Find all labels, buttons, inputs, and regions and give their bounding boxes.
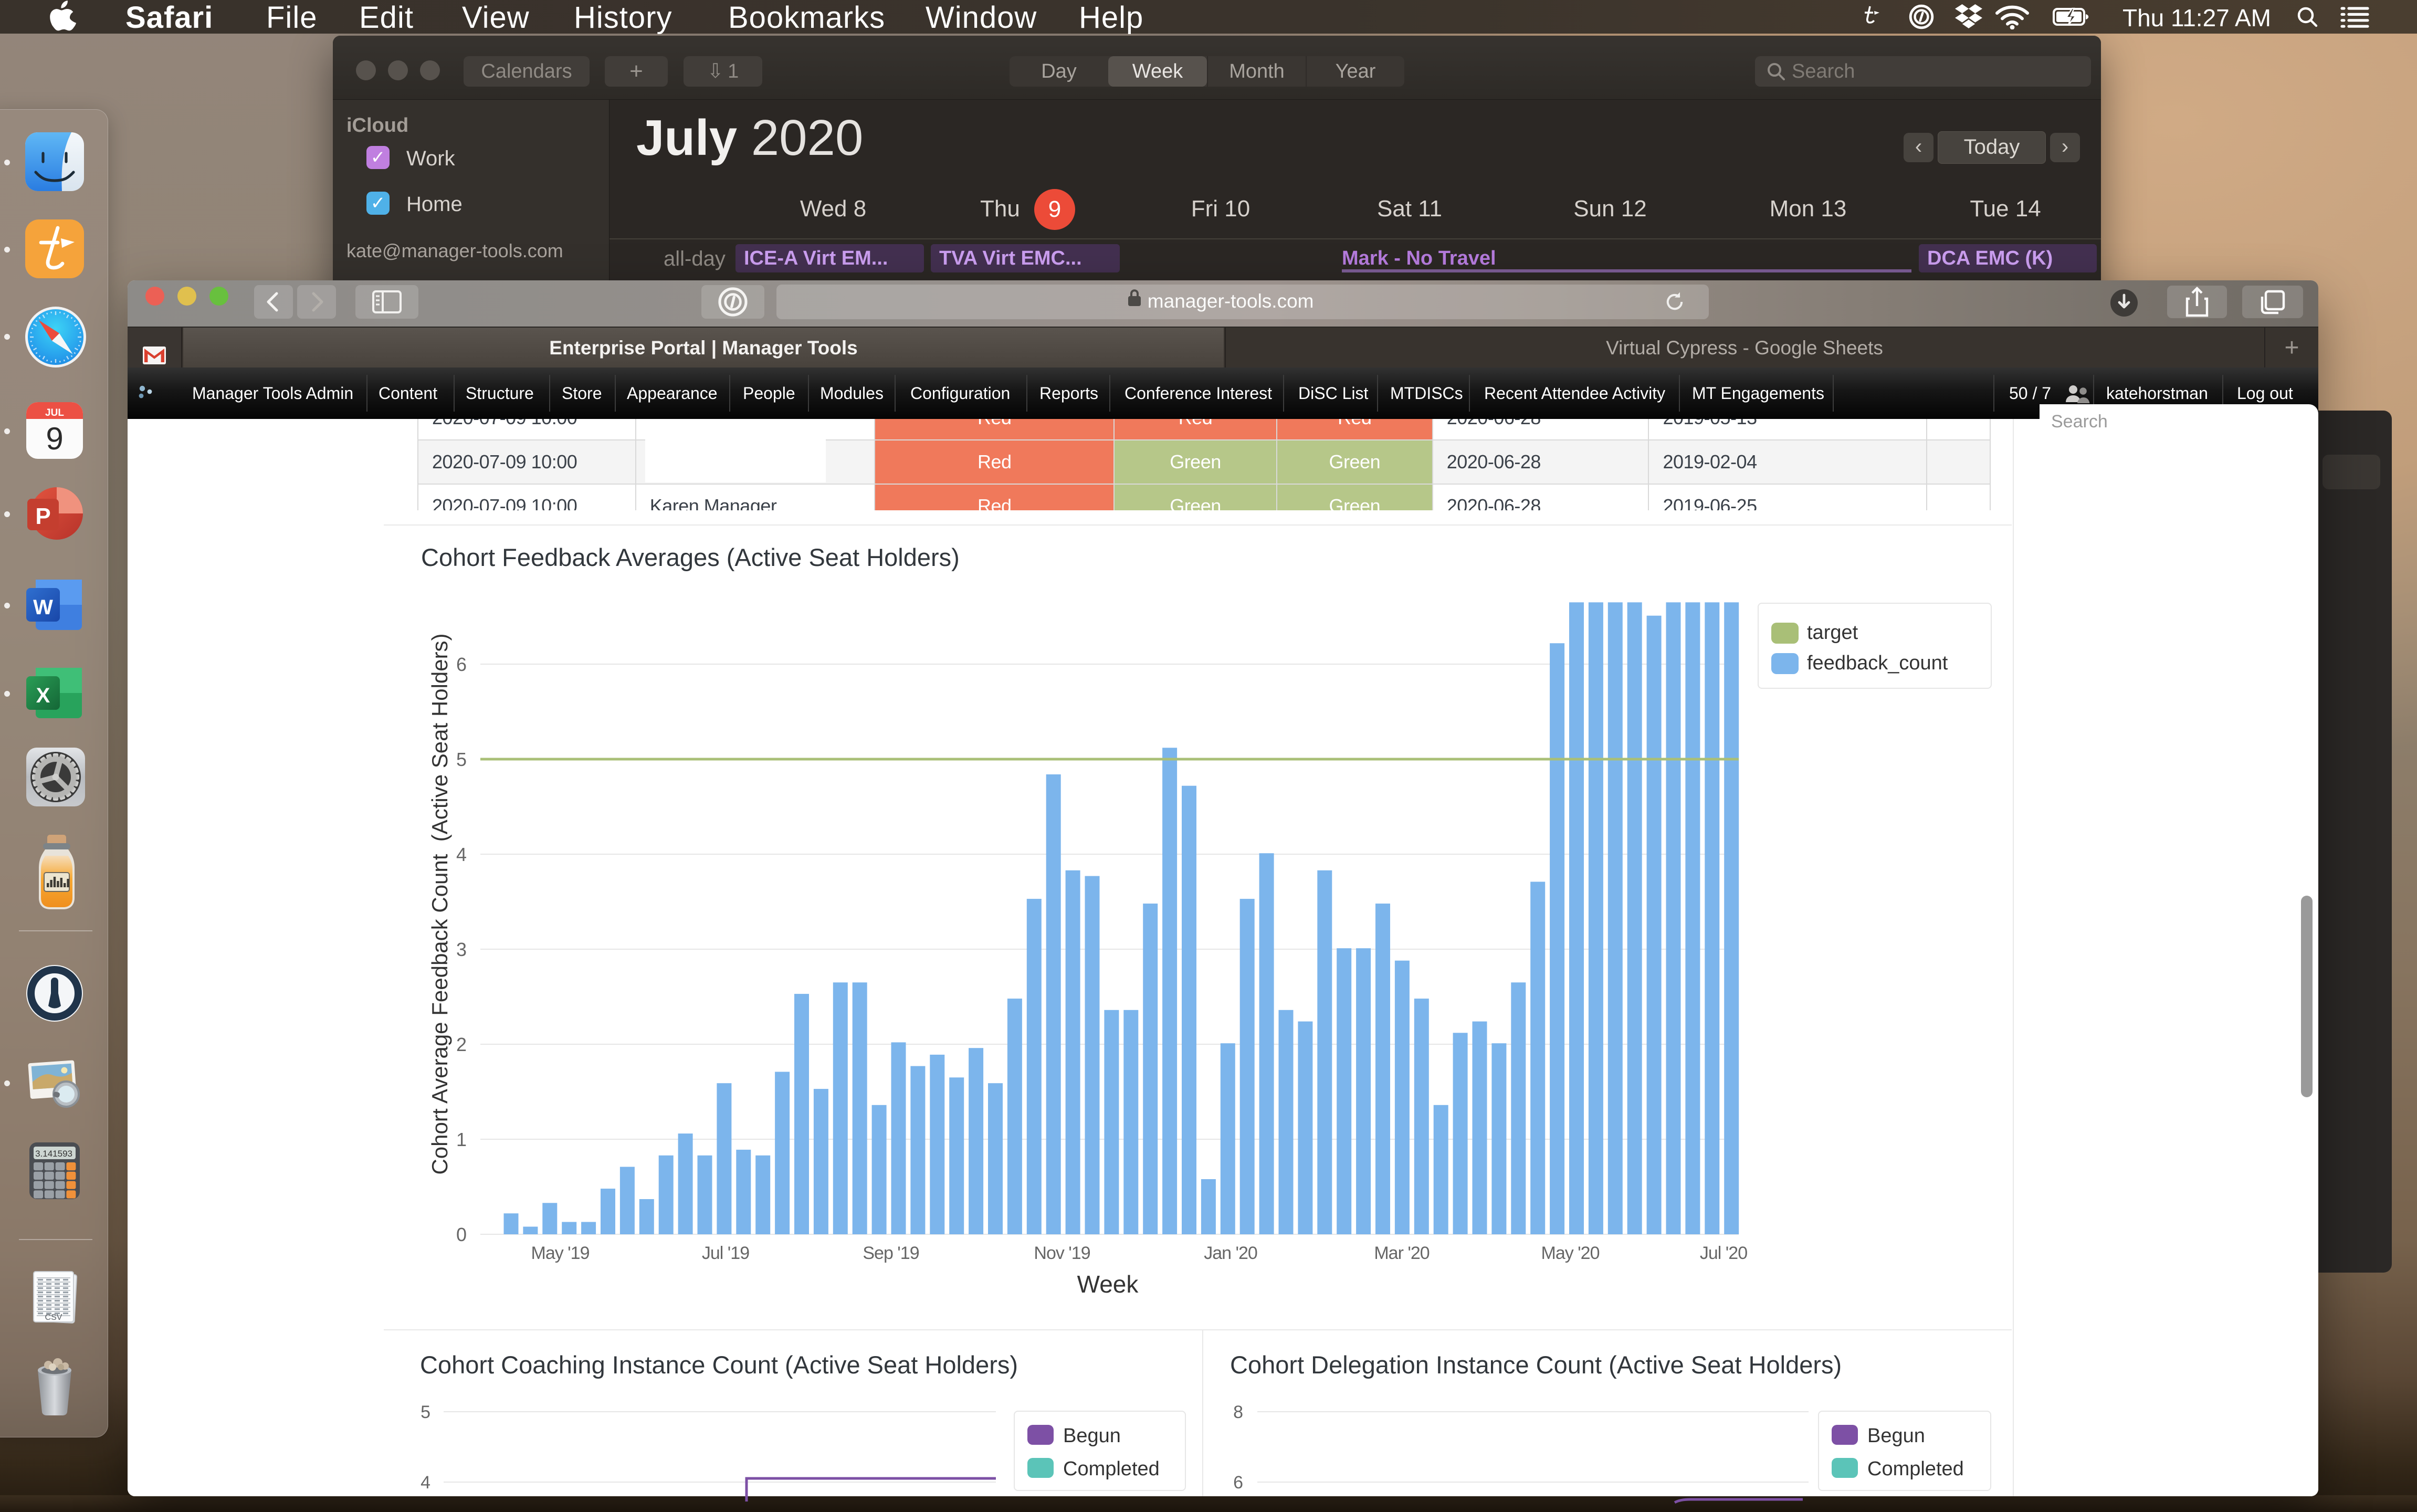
svg-text:W: W (33, 596, 53, 619)
svg-text:X: X (36, 684, 50, 707)
svg-text:CSV: CSV (45, 1313, 62, 1322)
svg-text:JUL: JUL (45, 407, 64, 418)
svg-text:9: 9 (46, 421, 63, 456)
svg-text:3.141593: 3.141593 (35, 1149, 72, 1159)
svg-text:P: P (35, 503, 50, 529)
